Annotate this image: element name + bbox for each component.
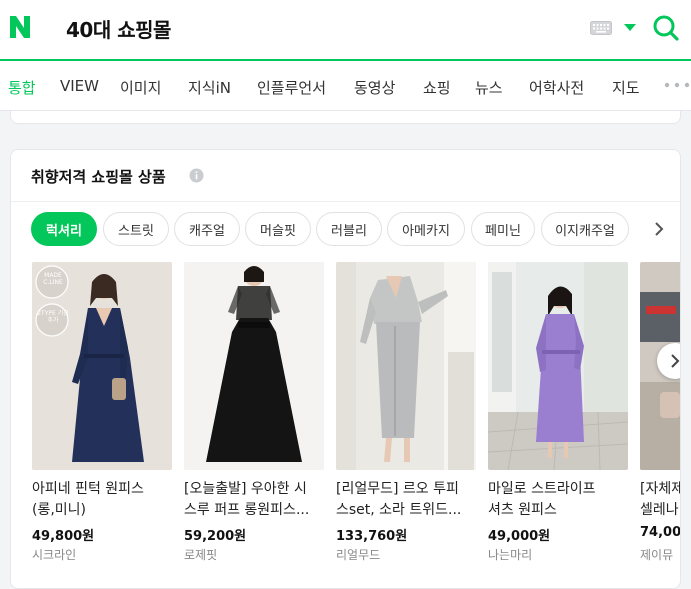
product-image[interactable] (184, 262, 324, 470)
product-image[interactable] (488, 262, 628, 470)
tab-dictionary[interactable]: 어학사전 (529, 77, 584, 98)
chip-feminine[interactable]: 페미닌 (471, 212, 535, 246)
mall-name[interactable]: 리얼무드 (336, 546, 380, 563)
product-name[interactable]: [자체제작 셀레나 (640, 479, 680, 521)
product-price: 133,760원 (336, 529, 408, 544)
product-image[interactable]: MADE C.LINE 2TYPE 기장추가 (32, 262, 172, 470)
chip-amekaji[interactable]: 아메카지 (387, 212, 465, 246)
tab-knowledge-in[interactable]: 지식iN (188, 77, 231, 98)
chips-next-icon[interactable] (651, 220, 667, 238)
tab-influencer[interactable]: 인플루언서 (257, 77, 326, 98)
chip-lovely[interactable]: 러블리 (316, 212, 382, 246)
chip-street[interactable]: 스트릿 (103, 212, 169, 246)
product-name[interactable]: [리얼무드] 르오 투피 스set, 소라 트위드... (336, 479, 476, 521)
chevron-right-icon (671, 354, 680, 368)
product-name[interactable]: 아피네 핀턱 원피스 (롱,미니) (32, 479, 172, 521)
chip-casual[interactable]: 캐주얼 (174, 212, 240, 246)
product-image[interactable] (336, 262, 476, 470)
product-price: 74,000 (640, 525, 681, 540)
tab-integrated[interactable]: 통합 (8, 77, 36, 98)
previous-section-edge (10, 111, 681, 124)
type-badge-text: 2TYPE 기장추가 (37, 310, 69, 324)
search-tabs: 통합 VIEW 이미지 지식iN 인플루언서 동영상 쇼핑 뉴스 어학사전 지도 (0, 61, 691, 111)
product-price: 59,200원 (184, 529, 247, 544)
product-price: 49,000원 (488, 529, 551, 544)
tab-map[interactable]: 지도 (612, 77, 640, 98)
chip-muscle-fit[interactable]: 머슬핏 (245, 212, 311, 246)
title-divider (11, 201, 680, 202)
info-icon[interactable] (189, 168, 204, 183)
mall-name[interactable]: 로제핏 (184, 546, 217, 563)
tab-shopping[interactable]: 쇼핑 (423, 77, 451, 98)
section-title: 취향저격 쇼핑몰 상품 (31, 168, 166, 186)
tab-video[interactable]: 동영상 (354, 77, 395, 98)
mall-name[interactable]: 시크라인 (32, 546, 76, 563)
keyboard-icon[interactable] (590, 21, 612, 35)
product-name[interactable]: 마일로 스트라이프 셔츠 원피스 (488, 479, 628, 521)
mall-name[interactable]: 제이뮤 (640, 546, 673, 563)
chip-luxury[interactable]: 럭셔리 (31, 212, 97, 246)
search-query[interactable]: 40대 쇼핑몰 (66, 14, 171, 43)
tab-view[interactable]: VIEW (60, 77, 99, 95)
tab-news[interactable]: 뉴스 (475, 77, 503, 98)
mall-name[interactable]: 나는마리 (488, 546, 532, 563)
shopping-section: 취향저격 쇼핑몰 상품 럭셔리 스트릿 캐주얼 머슬핏 러블리 아메카지 페미닌… (10, 149, 681, 589)
search-icon[interactable] (652, 14, 680, 42)
more-tabs-icon[interactable] (664, 82, 690, 88)
brand-badge-text: MADE C.LINE (43, 272, 63, 286)
search-header: 40대 쇼핑몰 (0, 0, 691, 60)
product-price: 49,800원 (32, 529, 95, 544)
product-name[interactable]: [오늘출발] 우아한 시 스루 퍼프 롱원피스... (184, 479, 324, 521)
naver-logo[interactable] (8, 14, 32, 40)
tab-images[interactable]: 이미지 (120, 77, 161, 98)
chip-easy-casual[interactable]: 이지캐주얼 (541, 212, 629, 246)
caret-down-icon[interactable] (624, 24, 636, 32)
